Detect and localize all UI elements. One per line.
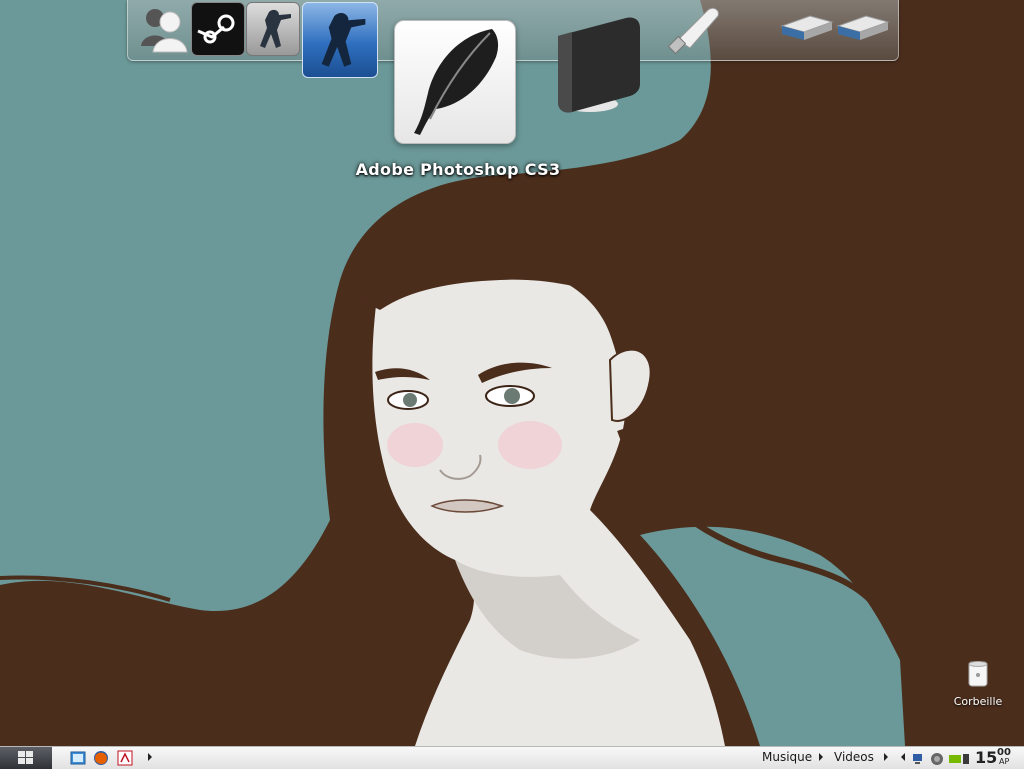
dock-item-hard-drive-2[interactable]: [836, 12, 890, 42]
quick-launch-show-desktop[interactable]: [70, 750, 86, 766]
windows-logo-icon: [18, 751, 33, 764]
quick-launch-firefox[interactable]: [93, 750, 109, 766]
dock-item-steam[interactable]: [191, 2, 245, 56]
dock-item-usb-drive[interactable]: [664, 4, 724, 56]
external-hard-drive-icon: [558, 17, 640, 113]
wallpaper-iris-right: [504, 388, 520, 404]
volume-icon: [931, 753, 943, 765]
wallpaper-blush-right: [498, 421, 562, 469]
wallpaper-iris-left: [403, 393, 417, 407]
wallpaper-blush-left: [387, 423, 443, 467]
toolbar-videos[interactable]: Videos: [834, 750, 874, 764]
taskbar: Musique Videos 15 00 AP: [0, 746, 1024, 769]
dock-item-hard-drive-1[interactable]: [780, 12, 834, 42]
photoshop-feather-icon: [414, 29, 499, 135]
messenger-icon: [141, 9, 188, 53]
dock-item-photoshop[interactable]: [394, 20, 516, 144]
system-icon: [963, 754, 969, 764]
counter-strike-icon: [260, 9, 291, 49]
usb-drive-icon: [667, 7, 719, 55]
start-button[interactable]: [0, 747, 52, 769]
dock-item-counter-strike-source[interactable]: [302, 2, 378, 78]
desktop-icon-label: Corbeille: [953, 695, 1003, 708]
network-icon: [913, 754, 922, 764]
show-desktop-icon: [70, 751, 86, 765]
nvidia-icon: [949, 755, 961, 763]
tray-expand-chevron-icon[interactable]: [901, 753, 905, 761]
tray-system[interactable]: [962, 751, 970, 765]
hard-drive-icon: [836, 15, 890, 40]
dock-item-external-drive[interactable]: [548, 12, 648, 116]
dock: [127, 0, 899, 144]
chevron-right-icon[interactable]: [819, 753, 823, 761]
chevron-right-icon[interactable]: [884, 753, 888, 761]
hard-drive-icon: [780, 15, 834, 40]
counter-strike-source-icon: [321, 13, 366, 67]
clock-hour[interactable]: 15: [975, 748, 997, 767]
dock-item-messenger[interactable]: [136, 4, 190, 54]
tray-network[interactable]: [912, 751, 926, 765]
steam-icon: [197, 14, 235, 44]
dock-item-counter-strike[interactable]: [246, 2, 300, 56]
clock-period: AP: [999, 757, 1010, 766]
quick-launch-chevron-icon[interactable]: [148, 753, 152, 761]
desktop: Adobe Photoshop CS3 Corbeille: [0, 0, 1024, 746]
tray-volume[interactable]: [930, 751, 944, 765]
desktop-icon-recycle-bin[interactable]: Corbeille: [946, 660, 1010, 708]
adobe-reader-icon: [117, 750, 133, 766]
dock-hover-label: Adobe Photoshop CS3: [355, 160, 561, 179]
firefox-icon: [94, 751, 108, 765]
toolbar-musique[interactable]: Musique: [762, 750, 812, 764]
tray-nvidia[interactable]: [948, 751, 962, 765]
recycle-bin-icon: [968, 661, 988, 687]
quick-launch-adobe-reader[interactable]: [117, 750, 133, 766]
